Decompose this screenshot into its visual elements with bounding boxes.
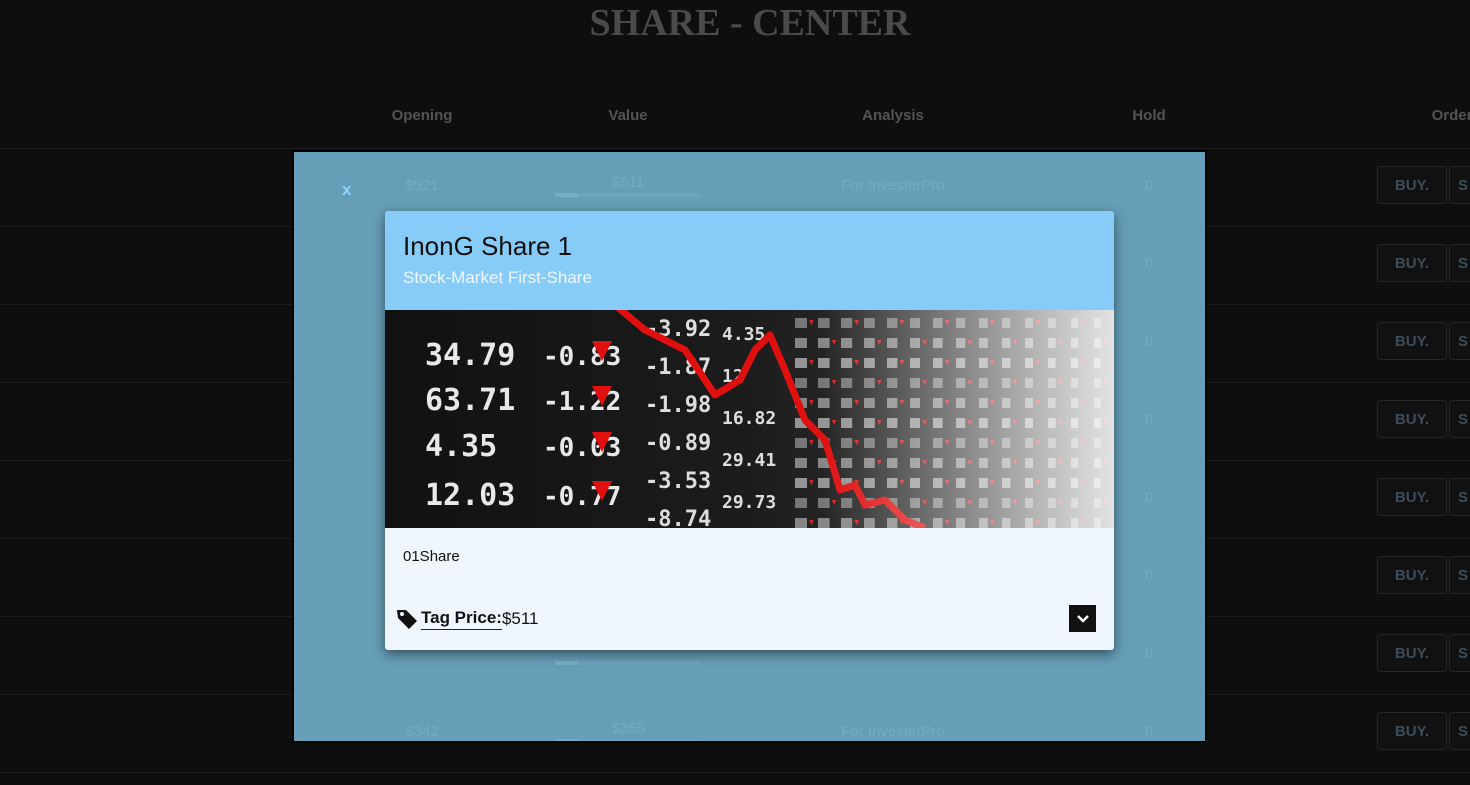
sell-button[interactable]: S [1449, 322, 1470, 360]
header-opening: Opening [391, 107, 453, 124]
share-card: InonG Share 1 Stock-Market First-Share 3… [385, 211, 1114, 650]
header-order: Order [1431, 107, 1470, 124]
price-value: $511 [501, 609, 539, 628]
card-subtitle: Stock-Market First-Share [403, 268, 592, 287]
header-value: Value [608, 107, 648, 124]
header-analysis: Analysis [862, 107, 924, 124]
page-title: SHARE - CENTER [589, 2, 911, 44]
table-header: Opening Value Analysis Hold Order [0, 100, 1470, 130]
sell-button[interactable]: S [1449, 244, 1470, 282]
buy-button[interactable]: BUY. [1377, 478, 1447, 516]
chevron-down-icon [1076, 614, 1089, 623]
buy-button[interactable]: BUY. [1377, 634, 1447, 672]
card-header: InonG Share 1 Stock-Market First-Share [385, 211, 1114, 310]
header-hold: Hold [1132, 107, 1166, 124]
row-divider [0, 772, 1470, 773]
buy-button[interactable]: BUY. [1377, 712, 1447, 750]
buy-button[interactable]: BUY. [1377, 166, 1447, 204]
buy-button[interactable]: BUY. [1377, 400, 1447, 438]
tag-icon [397, 610, 417, 629]
sell-button[interactable]: S [1449, 712, 1470, 750]
card-description: 01Share [403, 548, 460, 565]
card-title: InonG Share 1 [403, 231, 573, 261]
sell-button[interactable]: S [1449, 556, 1470, 594]
price-row: Tag Price: $511 [395, 604, 539, 634]
buy-button[interactable]: BUY. [1377, 244, 1447, 282]
sell-button[interactable]: S [1449, 166, 1470, 204]
stock-ticker-image: 34.7963.714.3512.03-0.83-1.22-0.03-0.77-… [385, 310, 1114, 528]
close-icon[interactable]: x [342, 180, 351, 200]
sell-button[interactable]: S [1449, 400, 1470, 438]
expand-button[interactable] [1069, 605, 1096, 632]
buy-button[interactable]: BUY. [1377, 322, 1447, 360]
sell-button[interactable]: S [1449, 634, 1470, 672]
price-label: Tag Price: [421, 608, 502, 630]
buy-button[interactable]: BUY. [1377, 556, 1447, 594]
sell-button[interactable]: S [1449, 478, 1470, 516]
